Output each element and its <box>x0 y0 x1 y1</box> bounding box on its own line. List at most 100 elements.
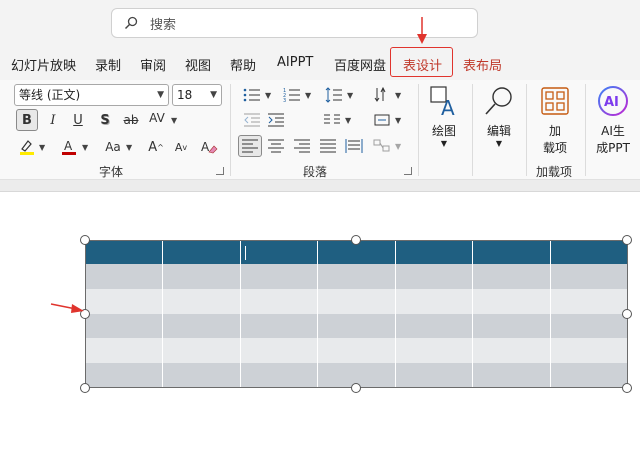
font-group-label: 字体 <box>99 165 124 179</box>
ribbon-bottom-strip <box>0 180 640 192</box>
chevron-down-icon: ▼ <box>345 116 352 125</box>
underline-button[interactable]: U <box>67 109 89 131</box>
editing-button[interactable]: 编辑 ▼ <box>481 84 517 148</box>
shrink-font-icon: A <box>174 140 183 154</box>
resize-handle-bottom-left[interactable] <box>80 383 90 393</box>
align-left-button[interactable] <box>238 135 262 157</box>
shapes-icon: A <box>427 84 461 118</box>
tab-aippt[interactable]: AIPPT <box>277 55 313 70</box>
line-spacing-icon <box>325 87 342 103</box>
align-center-icon <box>268 139 284 153</box>
tab-table-layout[interactable]: 表布局 <box>463 55 502 74</box>
justify-icon <box>320 139 336 153</box>
addins-icon <box>538 84 572 118</box>
highlighter-icon <box>20 140 34 155</box>
italic-button[interactable]: I <box>42 109 64 131</box>
chevron-down-icon: ▼ <box>495 139 503 148</box>
decrease-indent-button[interactable] <box>241 109 263 131</box>
group-separator <box>230 84 231 176</box>
chevron-down-icon: ▼ <box>171 116 178 125</box>
annotation-arrow-down <box>417 17 427 44</box>
character-spacing-label: AV <box>149 111 165 125</box>
chevron-down-icon: ▼ <box>82 143 89 152</box>
resize-handle-right[interactable] <box>622 309 632 319</box>
text-cursor <box>245 246 246 260</box>
addins-label-line2: 载项 <box>542 141 567 155</box>
text-direction-button[interactable] <box>371 84 393 106</box>
distributed-button[interactable] <box>343 135 365 157</box>
strikethrough-button[interactable]: ab <box>120 109 142 131</box>
tab-view[interactable]: 视图 <box>185 55 211 74</box>
paragraph-group-label: 段落 <box>303 165 328 179</box>
ai-generate-ppt-button[interactable]: AI AI生 成PPT <box>592 84 634 156</box>
grow-font-icon: A <box>148 139 158 155</box>
text-highlight-button[interactable] <box>16 136 38 158</box>
group-separator <box>472 84 473 176</box>
addins-label-line1: 加 <box>548 124 561 138</box>
font-size-value: 18 <box>177 88 193 102</box>
increase-indent-icon <box>268 113 284 127</box>
paragraph-dialog-launcher[interactable] <box>404 167 412 175</box>
font-color-icon: A <box>62 139 76 155</box>
smartart-icon <box>373 139 390 152</box>
tab-record[interactable]: 录制 <box>95 55 121 74</box>
clear-formatting-icon: A <box>201 140 218 154</box>
font-color-button[interactable]: A <box>58 136 80 158</box>
drawing-button[interactable]: A 绘图 ▼ <box>426 84 462 148</box>
clear-formatting-button[interactable]: A <box>198 136 220 158</box>
text-shadow-button[interactable]: S <box>94 109 116 131</box>
ai-label-line2: 成PPT <box>596 141 630 155</box>
chevron-down-icon: ▼ <box>210 90 217 100</box>
align-left-icon <box>242 139 258 153</box>
align-right-icon <box>294 139 310 153</box>
line-spacing-button[interactable] <box>323 84 345 106</box>
font-dialog-launcher[interactable] <box>216 167 224 175</box>
tab-help[interactable]: 帮助 <box>230 55 256 74</box>
smartart-button[interactable] <box>371 135 393 157</box>
bold-button[interactable]: B <box>16 109 38 131</box>
justify-button[interactable] <box>317 135 339 157</box>
grow-font-button[interactable]: A ^ <box>145 136 167 158</box>
ribbon-body: 等线 (正文) ▼ 18 ▼ B I U S ab AV ▼ ▼ A ▼ Aa … <box>0 80 640 180</box>
change-case-button[interactable]: Aa <box>100 136 126 158</box>
text-direction-icon <box>374 87 386 102</box>
resize-handle-bottom[interactable] <box>351 383 361 393</box>
addins-button[interactable]: 加 载项 <box>537 84 573 156</box>
align-right-button[interactable] <box>291 135 313 157</box>
chevron-down-icon: ▼ <box>440 139 448 148</box>
distributed-icon <box>345 139 363 153</box>
chevron-down-icon: ▼ <box>305 91 312 100</box>
resize-handle-top-left[interactable] <box>80 235 90 245</box>
bullets-icon <box>243 88 260 102</box>
font-name-value: 等线 (正文) <box>19 88 81 102</box>
tab-baidu-netdisk[interactable]: 百度网盘 <box>334 55 386 74</box>
drawing-label: 绘图 <box>431 124 456 138</box>
align-text-button[interactable] <box>371 109 393 131</box>
group-separator <box>585 84 586 176</box>
chevron-down-icon: ▼ <box>395 142 402 151</box>
align-center-button[interactable] <box>265 135 287 157</box>
resize-handle-top-right[interactable] <box>622 235 632 245</box>
svg-text:3: 3 <box>283 98 286 103</box>
resize-handle-bottom-right[interactable] <box>622 383 632 393</box>
group-separator <box>418 84 419 176</box>
decrease-indent-icon <box>244 113 260 127</box>
annotation-arrow-right <box>50 303 84 313</box>
tab-review[interactable]: 审阅 <box>140 55 166 74</box>
columns-button[interactable] <box>321 109 343 131</box>
font-name-select[interactable]: 等线 (正文) ▼ <box>14 84 169 106</box>
increase-indent-button[interactable] <box>265 109 287 131</box>
chevron-down-icon: ▼ <box>157 90 164 100</box>
bullets-button[interactable] <box>241 84 263 106</box>
resize-handle-top[interactable] <box>351 235 361 245</box>
table-design-highlight-box <box>390 47 453 77</box>
numbering-button[interactable]: 1 2 3 <box>281 84 303 106</box>
tab-slideshow[interactable]: 幻灯片放映 <box>11 55 76 74</box>
font-size-select[interactable]: 18 ▼ <box>172 84 222 106</box>
chevron-down-icon: ▼ <box>395 91 402 100</box>
character-spacing-button[interactable]: AV <box>146 107 168 129</box>
search-placeholder: 搜索 <box>150 17 177 33</box>
title-bar: 搜索 <box>0 0 640 46</box>
shrink-font-button[interactable]: Av <box>170 136 192 158</box>
columns-icon <box>324 114 340 124</box>
